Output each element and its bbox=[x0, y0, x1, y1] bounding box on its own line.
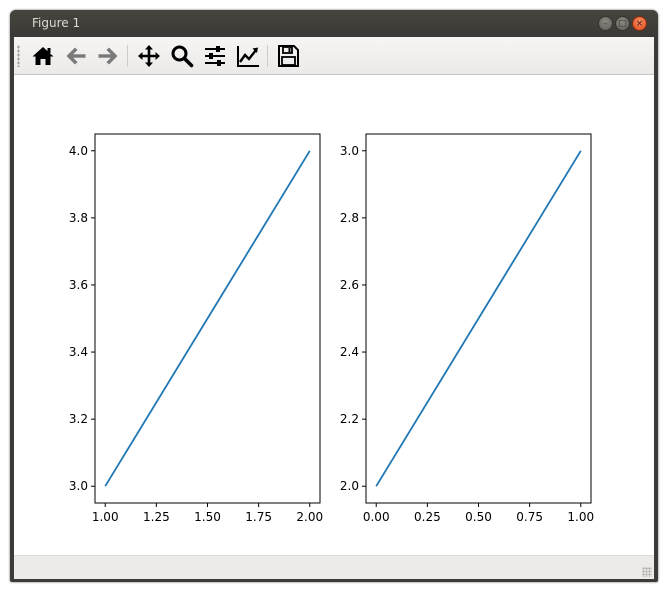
y-tick-label: 3.0 bbox=[69, 479, 88, 493]
y-tick-label: 3.0 bbox=[340, 144, 359, 158]
maximize-button[interactable]: □ bbox=[615, 16, 630, 31]
pan-button[interactable] bbox=[136, 43, 162, 69]
app-window: Figure 1 – □ × 1.00 1.25 1.50 1.75 2.00 … bbox=[10, 10, 658, 582]
y-tick-label: 2.4 bbox=[340, 345, 359, 359]
arrow-right-icon bbox=[98, 47, 118, 65]
y-tick-label: 2.0 bbox=[340, 479, 359, 493]
title-bar[interactable]: Figure 1 – □ × bbox=[10, 10, 658, 37]
forward-button[interactable] bbox=[95, 43, 121, 69]
home-button[interactable] bbox=[30, 43, 56, 69]
y-tick-label: 2.2 bbox=[340, 412, 359, 426]
arrow-left-icon bbox=[66, 47, 86, 65]
x-tick-label: 0.25 bbox=[414, 510, 441, 524]
floppy-disk-icon bbox=[278, 45, 299, 67]
status-bar bbox=[14, 555, 654, 579]
navigation-toolbar bbox=[14, 37, 654, 75]
y-tick-label: 3.2 bbox=[69, 412, 88, 426]
save-button[interactable] bbox=[275, 43, 301, 69]
home-icon bbox=[32, 47, 54, 65]
x-tick-label: 0.50 bbox=[465, 510, 492, 524]
resize-grip[interactable] bbox=[642, 567, 652, 577]
y-tick-label: 3.4 bbox=[69, 345, 88, 359]
series-line-1 bbox=[375, 150, 582, 487]
magnifier-icon bbox=[171, 45, 194, 68]
line-chart-icon bbox=[237, 46, 259, 67]
axes-1: 1.00 1.25 1.50 1.75 2.00 3.0 3.2 3.4 3.6 3.8 4.0 bbox=[69, 133, 323, 524]
window-content: 1.00 1.25 1.50 1.75 2.00 3.0 3.2 3.4 3.6 3.8 4.0 0.… bbox=[14, 37, 654, 579]
minimize-button[interactable]: – bbox=[598, 16, 613, 31]
figure-canvas[interactable]: 1.00 1.25 1.50 1.75 2.00 3.0 3.2 3.4 3.6 3.8 4.0 0.… bbox=[14, 75, 654, 555]
customize-button[interactable] bbox=[235, 43, 261, 69]
axes-2: 0.00 0.25 0.50 0.75 1.00 2.0 2.2 2.4 2.6 2.8 3.0 bbox=[340, 133, 594, 524]
x-tick-label: 1.50 bbox=[194, 510, 221, 524]
zoom-button[interactable] bbox=[169, 43, 195, 69]
close-button[interactable]: × bbox=[632, 16, 647, 31]
x-tick-label: 0.75 bbox=[516, 510, 543, 524]
x-tick-label: 1.00 bbox=[567, 510, 594, 524]
sliders-icon bbox=[205, 46, 225, 66]
toolbar-separator bbox=[267, 45, 268, 67]
window-title: Figure 1 bbox=[32, 16, 81, 30]
x-tick-label: 2.00 bbox=[296, 510, 323, 524]
x-tick-label: 0.00 bbox=[363, 510, 390, 524]
y-tick-label: 3.8 bbox=[69, 211, 88, 225]
toolbar-grip[interactable] bbox=[17, 45, 20, 67]
series-line-1 bbox=[104, 150, 311, 487]
move-arrows-icon bbox=[138, 45, 160, 67]
x-tick-label: 1.25 bbox=[143, 510, 170, 524]
back-button[interactable] bbox=[63, 43, 89, 69]
y-tick-label: 2.6 bbox=[340, 278, 359, 292]
figure-plot[interactable]: 1.00 1.25 1.50 1.75 2.00 3.0 3.2 3.4 3.6 3.8 4.0 0.… bbox=[14, 75, 654, 555]
x-tick-label: 1.75 bbox=[245, 510, 272, 524]
y-tick-label: 3.6 bbox=[69, 278, 88, 292]
x-tick-label: 1.00 bbox=[92, 510, 119, 524]
y-tick-label: 2.8 bbox=[340, 211, 359, 225]
subplots-button[interactable] bbox=[202, 43, 228, 69]
toolbar-separator bbox=[127, 45, 128, 67]
y-tick-label: 4.0 bbox=[69, 144, 88, 158]
